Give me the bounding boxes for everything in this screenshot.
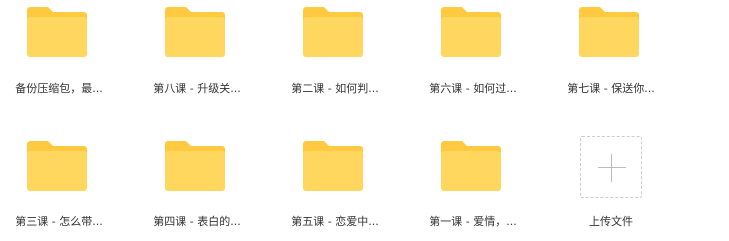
folder-icon <box>25 6 89 58</box>
folder-item[interactable]: 第三课 - 怎么带... <box>0 140 120 241</box>
folder-item[interactable]: 第二课 - 如何判... <box>276 6 396 116</box>
folder-label: 第五课 - 恋爱中... <box>291 215 379 228</box>
file-grid: 备份压缩包，最... 第八课 - 升级关... 第二课 - 如何判... 第六课 <box>0 0 729 241</box>
folder-label: 第七课 - 保送你... <box>567 82 655 95</box>
folder-icon <box>301 6 365 58</box>
folder-label: 第二课 - 如何判... <box>291 82 379 95</box>
folder-label: 第三课 - 怎么带... <box>15 215 103 228</box>
folder-item[interactable]: 第一课 - 爱情，... <box>414 140 534 241</box>
plus-icon <box>598 167 626 168</box>
folder-item[interactable]: 第七课 - 保送你... <box>552 6 672 116</box>
folder-item[interactable]: 备份压缩包，最... <box>0 6 120 116</box>
plus-icon <box>611 154 612 182</box>
folder-icon <box>301 140 365 192</box>
folder-icon <box>439 140 503 192</box>
upload-button[interactable] <box>580 136 642 198</box>
upload-file-tile[interactable]: 上传文件 <box>555 136 675 241</box>
folder-item[interactable]: 第八课 - 升级关... <box>138 6 258 116</box>
upload-label: 上传文件 <box>589 215 633 228</box>
folder-label: 第六课 - 如何过... <box>429 82 517 95</box>
folder-icon <box>439 6 503 58</box>
folder-label: 第四课 - 表白的... <box>153 215 241 228</box>
folder-icon <box>577 6 641 58</box>
folder-item[interactable]: 第五课 - 恋爱中... <box>276 140 396 241</box>
folder-label: 第一课 - 爱情，... <box>429 215 517 228</box>
folder-icon <box>25 140 89 192</box>
folder-icon <box>163 140 227 192</box>
folder-item[interactable]: 第四课 - 表白的... <box>138 140 258 241</box>
folder-item[interactable]: 第六课 - 如何过... <box>414 6 534 116</box>
folder-label: 备份压缩包，最... <box>15 82 103 95</box>
folder-icon <box>163 6 227 58</box>
folder-label: 第八课 - 升级关... <box>153 82 241 95</box>
